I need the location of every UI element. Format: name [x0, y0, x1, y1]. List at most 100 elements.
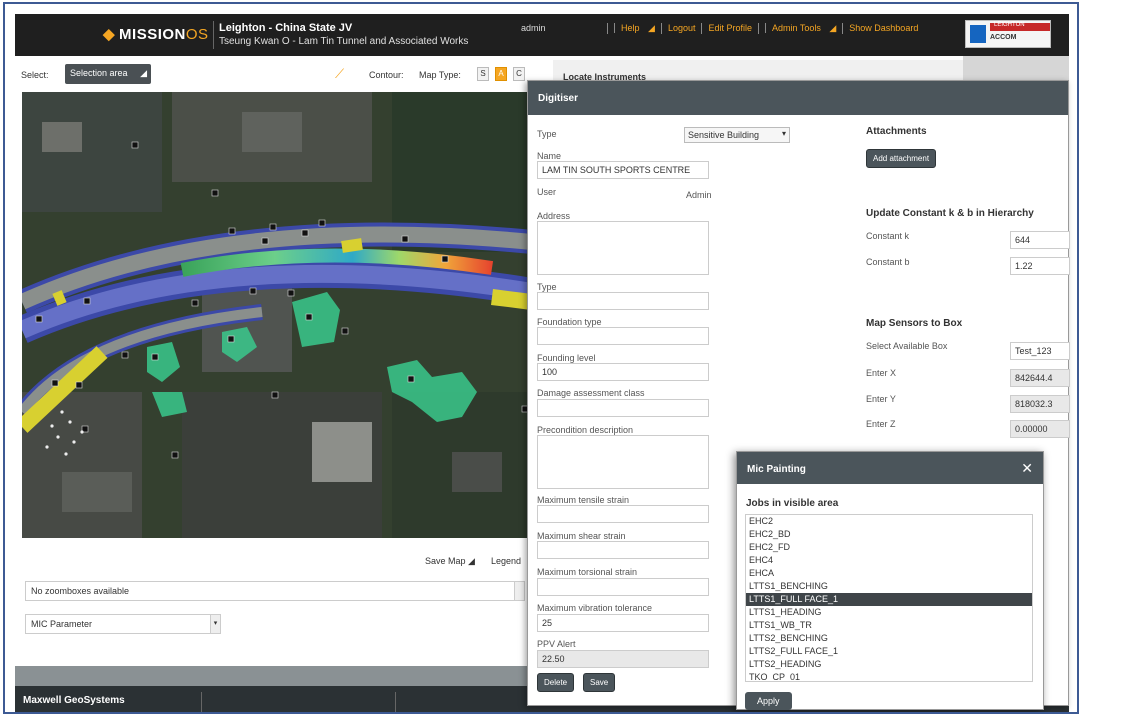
founding-level-label: Founding level [537, 353, 596, 363]
select-box-label: Select Available Box [866, 341, 948, 351]
enter-z-label: Enter Z [866, 419, 896, 429]
precondition-label: Precondition description [537, 425, 634, 435]
damage-class-label: Damage assessment class [537, 388, 645, 398]
jobs-list[interactable]: EHC2 EHC2_BD EHC2_FD EHC4 EHCA LTTS1_BEN… [745, 514, 1033, 682]
mic-painting-header: Mic Painting ✕ [737, 452, 1043, 484]
close-icon[interactable]: ✕ [1021, 460, 1033, 477]
precondition-textarea[interactable] [537, 435, 709, 489]
project-title: Leighton - China State JV [219, 22, 353, 34]
nav-edit-profile[interactable]: Edit Profile [701, 23, 758, 34]
list-item[interactable]: TKO_CP_01 [746, 671, 1032, 681]
constant-k-input[interactable]: 644 [1010, 231, 1070, 249]
nav-show-dashboard[interactable]: Show Dashboard [842, 23, 924, 34]
list-item[interactable]: EHC4 [746, 554, 1032, 567]
maptype-aerial-button[interactable]: A [495, 67, 507, 81]
max-shear-label: Maximum shear strain [537, 531, 626, 541]
list-item[interactable]: LTTS2_FULL FACE_1 [746, 645, 1032, 658]
max-tensile-input[interactable] [537, 505, 709, 523]
enter-y-label: Enter Y [866, 394, 896, 404]
contour-label: Contour: [369, 70, 404, 80]
missionos-logo[interactable]: ◆ MISSIONOS [103, 25, 209, 43]
list-item[interactable]: LTTS2_HEADING [746, 658, 1032, 671]
type2-label: Type [537, 282, 557, 292]
zoombox-value: No zoomboxes available [31, 586, 130, 596]
nav-admin-tools[interactable]: Admin Tools ◢ [758, 23, 842, 34]
founding-level-input[interactable]: 100 [537, 363, 709, 381]
draw-wand-icon[interactable]: ⟋ [335, 66, 344, 82]
enter-y-input[interactable]: 818032.3 [1010, 395, 1070, 413]
list-item[interactable]: EHC2_BD [746, 528, 1032, 541]
logo-diamond-icon: ◆ [103, 26, 116, 43]
zoombox-dropdown-arrow [514, 582, 524, 600]
type2-input[interactable] [537, 292, 709, 310]
ppv-alert-input: 22.50 [537, 650, 709, 668]
update-constants-title: Update Constant k & b in Hierarchy [866, 208, 1034, 219]
list-item[interactable]: LTTS1_WB_TR [746, 619, 1032, 632]
max-vibration-input[interactable]: 25 [537, 614, 709, 632]
client-logo-top: LEIGHTON [994, 22, 1025, 28]
add-attachment-button[interactable]: Add attachment [866, 149, 937, 168]
parameter-value: MIC Parameter [31, 619, 93, 629]
save-map-button[interactable]: Save Map ◢ [425, 556, 475, 567]
parameter-dropdown[interactable]: MIC Parameter ▾ [25, 614, 221, 634]
list-item[interactable]: LTTS1_HEADING [746, 606, 1032, 619]
type-value: Sensitive Building [688, 130, 760, 140]
nav-logout[interactable]: Logout [660, 23, 702, 34]
max-tensile-label: Maximum tensile strain [537, 495, 630, 505]
jobs-subtitle: Jobs in visible area [746, 498, 839, 509]
list-item[interactable]: EHC2 [746, 515, 1032, 528]
apply-button[interactable]: Apply [745, 692, 792, 710]
mic-painting-window: Mic Painting ✕ Jobs in visible area EHC2… [736, 451, 1044, 710]
enter-z-input[interactable]: 0.00000 [1010, 420, 1070, 438]
maptype-contour-button[interactable]: C [513, 67, 525, 81]
save-map-label: Save Map [425, 556, 466, 566]
max-torsional-label: Maximum torsional strain [537, 567, 638, 577]
digitiser-title: Digitiser [528, 81, 1068, 115]
name-input[interactable]: LAM TIN SOUTH SPORTS CENTRE [537, 161, 709, 179]
type-select[interactable]: Sensitive Building ▾ [684, 127, 790, 143]
nav-help[interactable]: Help ◢ [607, 23, 661, 34]
select-label: Select: [21, 70, 49, 80]
footer-divider [201, 692, 202, 712]
client-logo: LEIGHTON ACCOM [965, 20, 1051, 48]
enter-x-input[interactable]: 842644.4 [1010, 369, 1070, 387]
top-header: ◆ MISSIONOS Leighton - China State JV Tse… [15, 14, 1069, 56]
parameter-dropdown-arrow-icon: ▾ [210, 615, 220, 633]
constant-b-input[interactable]: 1.22 [1010, 257, 1070, 275]
attachments-title: Attachments [866, 126, 927, 137]
top-nav: Help ◢ Logout Edit Profile Admin Tools ◢… [607, 23, 924, 34]
foundation-type-input[interactable] [537, 327, 709, 345]
max-torsional-input[interactable] [537, 578, 709, 596]
type-label: Type [537, 129, 557, 139]
maptype-label: Map Type: [419, 70, 461, 80]
header-divider [213, 21, 214, 49]
address-textarea[interactable] [537, 221, 709, 275]
nav-admin-tools-label: Admin Tools [765, 23, 827, 33]
list-item[interactable]: LTTS2_BENCHING [746, 632, 1032, 645]
map-sensors-title: Map Sensors to Box [866, 318, 963, 329]
selection-dropdown[interactable]: Selection area ◢ [65, 64, 151, 84]
nav-help-label: Help [614, 23, 646, 33]
maptype-satellite-button[interactable]: S [477, 67, 489, 81]
client-logo-emblem-icon [970, 25, 986, 43]
constant-b-label: Constant b [866, 257, 910, 267]
save-button[interactable]: Save [583, 673, 616, 692]
delete-button[interactable]: Delete [537, 673, 575, 692]
list-item[interactable]: LTTS1_BENCHING [746, 580, 1032, 593]
legend-button[interactable]: Legend [491, 556, 521, 566]
list-item[interactable]: EHCA [746, 567, 1032, 580]
zoombox-dropdown[interactable]: No zoomboxes available [25, 581, 525, 601]
damage-class-input[interactable] [537, 399, 709, 417]
map-canvas [22, 92, 532, 538]
map-view[interactable] [22, 92, 532, 538]
constant-k-label: Constant k [866, 231, 910, 241]
select-box-input[interactable]: Test_123 [1010, 342, 1070, 360]
user-label: User [537, 187, 557, 197]
mic-painting-title: Mic Painting [747, 464, 806, 475]
footer-company: Maxwell GeoSystems [23, 695, 125, 706]
list-item[interactable]: EHC2_FD [746, 541, 1032, 554]
foundation-type-label: Foundation type [537, 317, 602, 327]
list-item-selected[interactable]: LTTS1_FULL FACE_1 [746, 593, 1032, 606]
project-subtitle: Tseung Kwan O - Lam Tin Tunnel and Assoc… [219, 36, 469, 47]
max-shear-input[interactable] [537, 541, 709, 559]
